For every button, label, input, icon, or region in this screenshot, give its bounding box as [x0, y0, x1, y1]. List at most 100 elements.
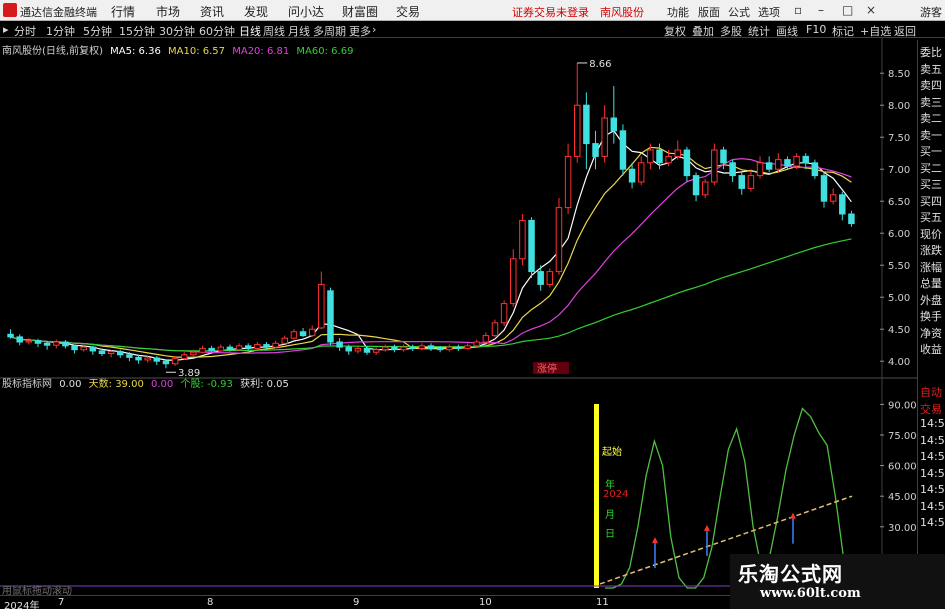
menu-gongshi[interactable]: 公式 [728, 4, 750, 20]
maximize-icon[interactable]: □ [842, 3, 853, 17]
tool-tongji[interactable]: 统计 [748, 23, 770, 39]
quote-field-3: 卖三 [920, 95, 942, 109]
candle-body [71, 345, 78, 351]
candle-body [144, 357, 151, 361]
trade-field-8: 14:50 [920, 516, 945, 529]
candle-body [409, 346, 416, 349]
tab-60min[interactable]: 60分钟 [199, 23, 235, 39]
sub-annotation-3: 月 [605, 509, 615, 521]
tool-duogu[interactable]: 多股 [720, 23, 742, 39]
y-tick-label-1: 4.50 [888, 325, 910, 336]
candle-body [674, 149, 682, 157]
tool-biaoji[interactable]: 标记 [832, 23, 854, 39]
candle-body [775, 159, 782, 170]
tab-daily[interactable]: 日线 [239, 23, 261, 39]
menu-jiaoyi[interactable]: 交易 [396, 3, 420, 20]
up-arrow-icon [652, 537, 658, 544]
candle-body [263, 344, 270, 348]
play-icon[interactable]: ▸ [3, 23, 9, 36]
candle-body [354, 347, 362, 352]
tool-diejia[interactable]: 叠加 [692, 23, 714, 39]
trade-field-1[interactable]: 交易 [920, 401, 942, 417]
start-bar [594, 404, 599, 588]
candle-body [628, 168, 636, 183]
candle-body [482, 335, 490, 343]
up-arrow-icon [790, 512, 796, 519]
menu-zixun[interactable]: 资讯 [200, 3, 224, 20]
tab-more[interactable]: 更多 [349, 23, 371, 39]
candle-body [793, 155, 800, 167]
candle-body [473, 341, 480, 347]
main-y-axis: 4.00 4.50 5.00 5.50 6.00 6.50 7.00 7.50 8.00 8.50 [880, 69, 910, 368]
quote-field-1: 卖五 [920, 62, 942, 76]
trade-field-0[interactable]: 自动 [920, 384, 942, 400]
candle-body [272, 342, 279, 348]
restore-icon[interactable]: ▫ [794, 3, 802, 17]
candle-body [290, 331, 298, 339]
menu-caifuquan[interactable]: 财富圈 [342, 3, 378, 20]
candle-body [455, 346, 462, 349]
quote-field-9: 买四 [920, 194, 942, 208]
trade-field-6: 14:50 [920, 483, 945, 496]
candle-body [391, 346, 398, 351]
candle-body [839, 194, 846, 215]
candle-body [829, 194, 837, 202]
x-label-sep: 9 [353, 597, 360, 608]
candle-body [7, 333, 14, 338]
tool-zixuan[interactable]: +自选 [860, 23, 891, 39]
app-title: 通达信金融终端 [20, 6, 97, 19]
trade-field-3: 14:50 [920, 433, 945, 447]
candle-body [318, 283, 325, 329]
candle-body [546, 271, 554, 285]
candle-body [62, 341, 69, 347]
login-notice[interactable]: 证券交易未登录 [512, 4, 589, 20]
candle-body [190, 351, 197, 356]
candle-body [738, 175, 745, 189]
tab-multi[interactable]: 多周期 [313, 23, 346, 39]
candle-body [16, 336, 23, 343]
menu-banmian[interactable]: 版面 [698, 4, 720, 20]
tool-f10[interactable]: F10 [806, 23, 826, 36]
tab-fenshi[interactable]: 分时 [14, 23, 36, 39]
candle-body [308, 328, 316, 337]
menu-gongneng[interactable]: 功能 [667, 4, 689, 20]
quote-field-8: 买三 [920, 178, 942, 191]
candle-body [89, 346, 97, 352]
y-tick-label-7: 7.50 [888, 133, 910, 144]
tab-30min[interactable]: 30分钟 [159, 23, 195, 39]
tab-monthly[interactable]: 月线 [288, 23, 310, 39]
more-arrow-icon[interactable]: › [372, 23, 376, 36]
trade-field-5: 14:50 [920, 466, 945, 480]
quote-field-6: 买一 [920, 145, 942, 158]
menu-shichang[interactable]: 市场 [156, 3, 180, 20]
tool-fanhui[interactable]: 返回 [894, 23, 916, 39]
trade-field-7: 14:50 [920, 499, 945, 513]
quote-field-11: 现价 [920, 227, 942, 241]
tab-weekly[interactable]: 周线 [263, 23, 285, 39]
quote-field-4: 卖二 [920, 112, 942, 125]
tab-15min[interactable]: 15分钟 [119, 23, 155, 39]
tool-fuquan[interactable]: 复权 [664, 23, 686, 39]
quote-side-panel: 委比 卖五 卖四 卖三 卖二 卖一 买一 买二 买三 买四 买五 现价 涨跌 涨幅 总量 外盘 换手 净资 收益 自动… [917, 40, 945, 585]
sub-annotations: 起始年2024月日 [602, 445, 628, 540]
candle-body [199, 347, 206, 353]
menu-wenxiaoda[interactable]: 问小达 [288, 3, 324, 20]
menu-hangqing[interactable]: 行情 [111, 3, 135, 20]
tab-1min[interactable]: 1分钟 [46, 23, 75, 39]
moving-average-lines [10, 130, 852, 361]
candle-body [573, 104, 581, 157]
guest-label[interactable]: 游客 [920, 4, 942, 20]
price-chart-area[interactable]: 4.00 4.50 5.00 5.50 6.00 6.50 7.00 7.50 8.00 8.50… [0, 38, 917, 595]
sub-annotation-4: 日 [605, 529, 615, 540]
quote-field-12: 涨跌 [920, 244, 942, 257]
menu-xuanxiang[interactable]: 选项 [758, 4, 780, 20]
quote-field-16: 换手 [920, 310, 942, 323]
menu-faxian[interactable]: 发现 [244, 3, 268, 20]
minimize-icon[interactable]: – [818, 3, 824, 17]
close-icon[interactable]: × [866, 3, 876, 17]
tab-5min[interactable]: 5分钟 [83, 23, 112, 39]
candle-body [537, 271, 544, 285]
candle-body [117, 351, 124, 356]
tool-huaxian[interactable]: 画线 [776, 23, 798, 39]
candle-body [427, 345, 435, 349]
